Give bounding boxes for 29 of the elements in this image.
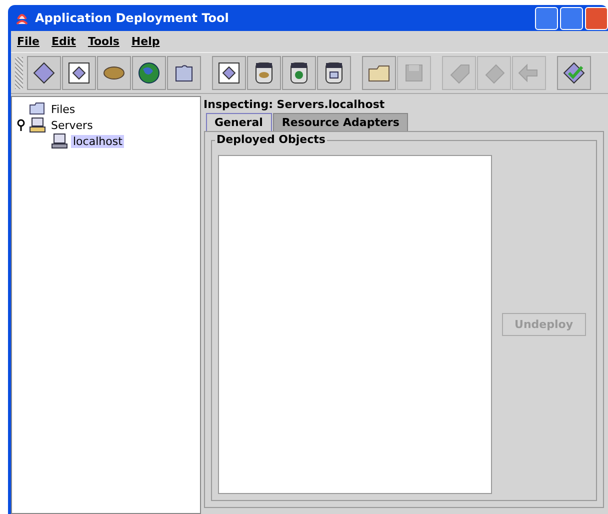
toolbar-button[interactable]	[97, 56, 131, 90]
toolbar-button[interactable]	[62, 56, 96, 90]
close-button[interactable]	[585, 6, 608, 30]
group-title: Deployed Objects	[214, 133, 328, 146]
toolbar-button[interactable]	[282, 56, 316, 90]
menu-item[interactable]: Help	[131, 35, 160, 48]
tab[interactable]: Resource Adapters	[272, 113, 408, 131]
inspector-heading: Inspecting: Servers.localhost	[204, 97, 386, 113]
toolbar-button[interactable]	[247, 56, 281, 90]
server-icon	[29, 117, 46, 133]
toolbar-button[interactable]	[557, 56, 591, 90]
menu-item[interactable]: File	[17, 35, 40, 48]
tree-item[interactable]: localhost	[71, 134, 124, 148]
toolbar-button[interactable]	[132, 56, 166, 90]
menu-item[interactable]: Edit	[52, 35, 76, 48]
tree-item[interactable]: Servers	[49, 118, 95, 132]
toolbar-button[interactable]	[27, 56, 61, 90]
toolbar-button[interactable]	[212, 56, 246, 90]
menu-item[interactable]: Tools	[88, 35, 120, 48]
toolbar-button[interactable]	[167, 56, 201, 90]
folder-icon	[29, 101, 46, 117]
window-title: Application Deployment Tool	[35, 11, 229, 25]
toolbar-button[interactable]	[317, 56, 351, 90]
toolbar-grip[interactable]	[15, 57, 23, 89]
tab[interactable]: General	[206, 113, 272, 131]
maximize-button[interactable]	[560, 6, 583, 30]
minimize-button[interactable]	[535, 6, 558, 30]
expand-handle-icon[interactable]	[17, 119, 25, 131]
tree-item[interactable]: Files	[49, 102, 78, 116]
